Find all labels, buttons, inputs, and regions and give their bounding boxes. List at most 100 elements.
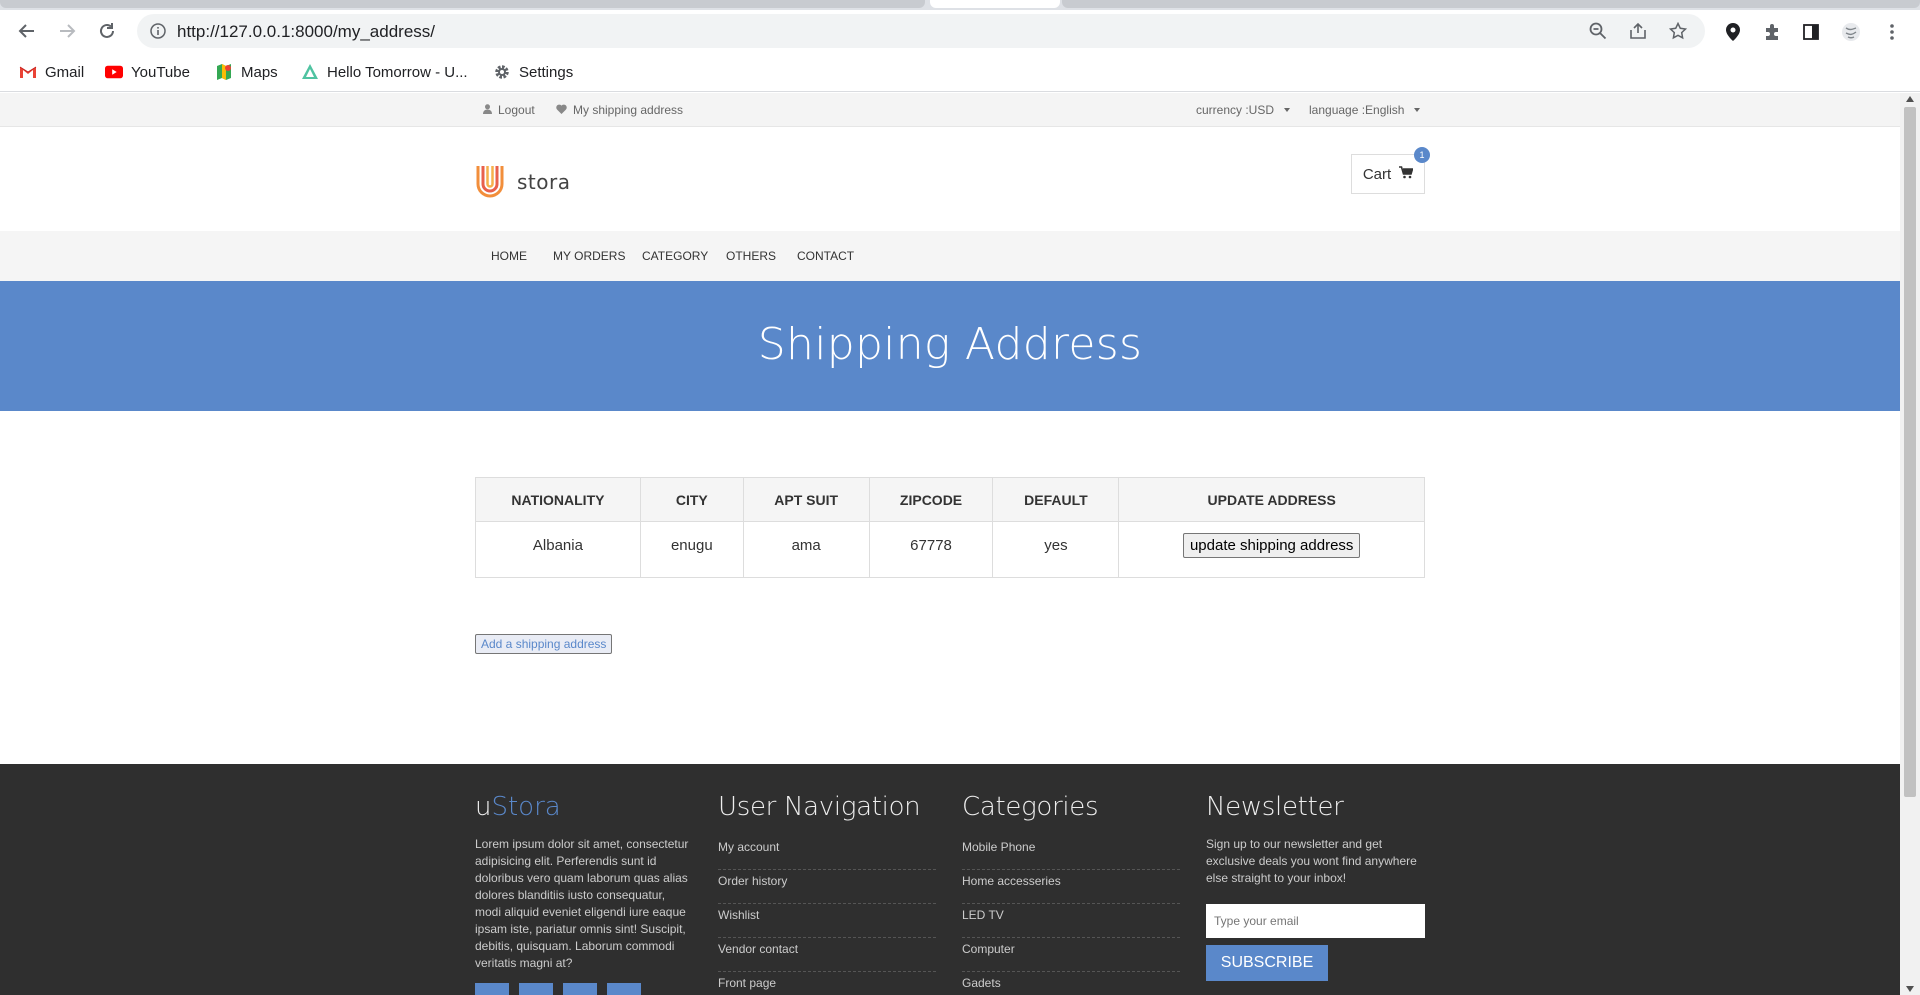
footer-link-vendor-contact[interactable]: Vendor contact <box>718 938 936 972</box>
footer-category-computer[interactable]: Computer <box>962 938 1180 972</box>
bookmark-youtube[interactable]: YouTube <box>105 62 190 82</box>
page-viewport: Logout My shipping address currency :USD… <box>0 93 1900 995</box>
newsletter-text: Sign up to our newsletter and get exclus… <box>1206 837 1417 885</box>
back-icon[interactable] <box>13 17 41 45</box>
footer-categories: Categories Mobile Phone Home accesseries… <box>962 792 1180 995</box>
footer-link-order-history[interactable]: Order history <box>718 870 936 904</box>
profile-icon[interactable] <box>1840 21 1862 43</box>
scrollbar-thumb[interactable] <box>1904 107 1916 797</box>
table-row: Albania enugu ama 67778 yes update shipp… <box>475 521 1425 578</box>
footer-heading: Newsletter <box>1206 792 1344 822</box>
bookmark-label: Settings <box>519 63 574 81</box>
user-topbar: Logout My shipping address currency :USD… <box>0 93 1900 127</box>
footer-newsletter: Newsletter Sign up to our newsletter and… <box>1206 792 1425 981</box>
nav-others[interactable]: OTHERS <box>726 249 776 263</box>
footer-category-mobile-phone[interactable]: Mobile Phone <box>962 836 1180 870</box>
scroll-down-icon[interactable] <box>1906 986 1914 992</box>
nationality-cell: Albania <box>475 521 641 578</box>
footer-about: uStora Lorem ipsum dolor sit amet, conse… <box>475 792 693 972</box>
cart-label: Cart <box>1362 165 1392 183</box>
bookmark-label: Maps <box>241 63 278 81</box>
bookmark-label: YouTube <box>131 63 190 81</box>
table-header-row: NATIONALITY CITY APT SUIT ZIPCODE DEFAUL… <box>475 477 1425 522</box>
reload-icon[interactable] <box>93 17 121 45</box>
address-bar[interactable]: http://127.0.0.1:8000/my_address/ <box>137 14 1705 48</box>
extensions-puzzle-icon[interactable] <box>1761 21 1783 43</box>
browser-menu-icon[interactable] <box>1881 21 1903 43</box>
caret-down-icon <box>1414 108 1421 112</box>
apt-suit-cell: ama <box>742 521 870 578</box>
nav-category[interactable]: CATEGORY <box>642 249 708 263</box>
footer-link-my-account[interactable]: My account <box>718 836 936 870</box>
zipcode-cell: 67778 <box>868 521 994 578</box>
bookmark-gmail[interactable]: Gmail <box>19 62 84 82</box>
location-extension-icon[interactable] <box>1722 21 1744 43</box>
hello-tomorrow-icon <box>301 64 319 80</box>
browser-toolbar: http://127.0.0.1:8000/my_address/ <box>0 10 1920 52</box>
browser-tabstrip <box>0 0 1920 10</box>
facebook-icon[interactable]: f <box>475 983 509 995</box>
footer-social-links: f t ▶ in <box>475 983 641 995</box>
bookmark-label: Hello Tomorrow - U... <box>327 63 468 81</box>
footer-link-front-page[interactable]: Front page <box>718 972 936 995</box>
nav-home[interactable]: HOME <box>491 249 527 263</box>
twitter-icon[interactable]: t <box>519 983 553 995</box>
youtube-icon <box>105 64 123 80</box>
subscribe-button[interactable]: SUBSCRIBE <box>1206 945 1328 981</box>
browser-tab-active[interactable] <box>930 0 1060 8</box>
site-info-icon[interactable] <box>149 22 167 40</box>
shipping-address-table: NATIONALITY CITY APT SUIT ZIPCODE DEFAUL… <box>475 477 1425 578</box>
update-shipping-address-button[interactable]: update shipping address <box>1182 533 1361 558</box>
zoom-icon[interactable] <box>1588 21 1608 41</box>
currency-dropdown[interactable]: currency :USD <box>1196 103 1291 117</box>
footer-user-navigation: User Navigation My account Order history… <box>718 792 936 995</box>
logout-link[interactable]: Logout <box>483 103 535 117</box>
add-shipping-address-button[interactable]: Add a shipping address <box>475 634 613 654</box>
footer-brand: uStora <box>475 792 693 822</box>
cart-button[interactable]: Cart <box>1351 154 1425 194</box>
nav-my-orders[interactable]: MY ORDERS <box>553 249 625 263</box>
footer-category-led-tv[interactable]: LED TV <box>962 904 1180 938</box>
logo-text: stora <box>517 170 571 194</box>
update-cell: update shipping address <box>1118 521 1425 578</box>
caret-down-icon <box>1284 108 1291 112</box>
bookmark-star-icon[interactable] <box>1668 21 1688 41</box>
column-header: CITY <box>639 477 744 522</box>
column-header: NATIONALITY <box>475 477 641 522</box>
column-header: DEFAULT <box>992 477 1120 522</box>
language-dropdown[interactable]: language :English <box>1309 103 1421 117</box>
bookmark-maps[interactable]: Maps <box>215 62 278 82</box>
currency-label: currency :USD <box>1196 103 1275 117</box>
bookmark-settings[interactable]: Settings <box>493 62 573 82</box>
maps-icon <box>215 64 233 80</box>
heart-icon <box>556 103 567 117</box>
site-header: stora Cart 1 <box>0 127 1900 231</box>
scroll-up-icon[interactable] <box>1906 96 1914 102</box>
column-header: APT SUIT <box>742 477 870 522</box>
youtube-social-icon[interactable]: ▶ <box>563 983 597 995</box>
forward-icon[interactable] <box>53 17 81 45</box>
side-panel-icon[interactable] <box>1800 21 1822 43</box>
site-logo[interactable]: stora <box>475 164 570 200</box>
page-title-banner: Shipping Address <box>0 281 1900 411</box>
column-header: UPDATE ADDRESS <box>1118 477 1425 522</box>
newsletter-email-input[interactable] <box>1206 904 1425 938</box>
footer-link-wishlist[interactable]: Wishlist <box>718 904 936 938</box>
logout-label: Logout <box>498 103 535 117</box>
browser-tab[interactable] <box>1062 0 1920 8</box>
footer-category-home-accessories[interactable]: Home accesseries <box>962 870 1180 904</box>
share-icon[interactable] <box>1628 21 1648 41</box>
language-label: language :English <box>1309 103 1405 117</box>
site-footer: uStora Lorem ipsum dolor sit amet, conse… <box>0 764 1900 995</box>
my-shipping-address-link[interactable]: My shipping address <box>556 103 683 117</box>
footer-brand-rest: Stora <box>491 792 561 822</box>
url-text[interactable]: http://127.0.0.1:8000/my_address/ <box>177 22 435 42</box>
ustora-logo-icon <box>476 166 504 198</box>
linkedin-icon[interactable]: in <box>607 983 641 995</box>
bookmark-hello-tomorrow[interactable]: Hello Tomorrow - U... <box>301 62 468 82</box>
footer-category-gadgets[interactable]: Gadets <box>962 972 1180 995</box>
footer-brand-u: u <box>475 792 492 822</box>
page-scrollbar[interactable] <box>1900 93 1920 995</box>
nav-contact[interactable]: CONTACT <box>797 249 854 263</box>
browser-tab[interactable] <box>0 0 925 8</box>
